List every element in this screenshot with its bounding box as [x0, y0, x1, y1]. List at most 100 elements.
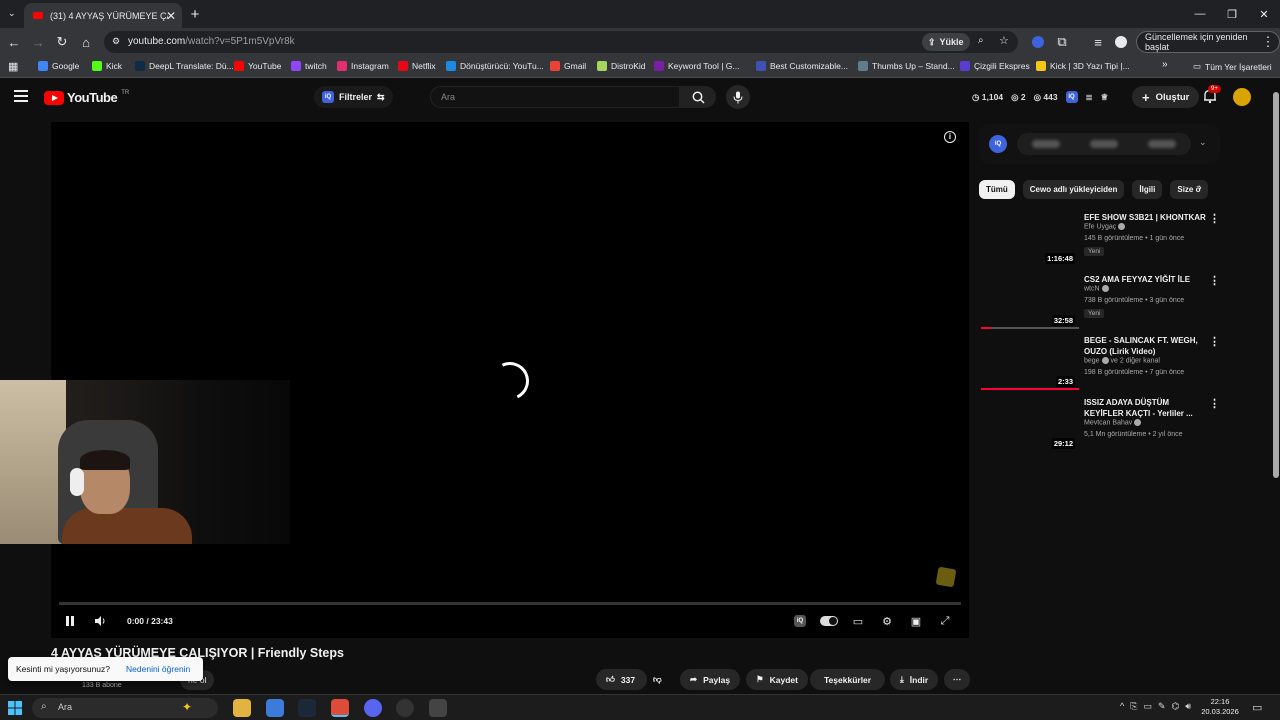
- browser-tab-active[interactable]: (31) 4 AYYAŞ YÜRÜMEYE ÇALIŞ ✕: [24, 3, 182, 28]
- iq-blurred-pills[interactable]: [1017, 133, 1191, 155]
- new-tab-button[interactable]: +: [186, 5, 204, 23]
- recommendation-channel[interactable]: Efe Uygaç: [1084, 223, 1126, 230]
- notification-center-icon[interactable]: ▭: [1252, 701, 1262, 714]
- network-icon[interactable]: ⌬: [1172, 701, 1180, 712]
- progress-bar[interactable]: [59, 602, 961, 605]
- extensions-puzzle-icon[interactable]: ⧉: [1054, 34, 1070, 50]
- bookmark-item[interactable]: DistroKid: [597, 61, 645, 71]
- recommendation-title[interactable]: CS2 AMA FEYYAZ YİĞİT İLE: [1084, 274, 1206, 285]
- youtube-logo[interactable]: YouTube TR: [44, 90, 129, 105]
- trophy-icon[interactable]: ♕: [1101, 92, 1109, 103]
- steam-icon[interactable]: [298, 699, 316, 717]
- settings-gear-icon[interactable]: ⚙: [878, 612, 896, 630]
- dislike-button[interactable]: 👎︎: [646, 669, 669, 690]
- recommendation-channel[interactable]: bege ve 2 diğer kanal: [1084, 357, 1160, 364]
- recommendation-thumbnail[interactable]: 32:58: [981, 272, 1079, 329]
- recommendation-channel[interactable]: Mevtcan Bahav: [1084, 419, 1142, 426]
- subtitles-icon[interactable]: ▭: [849, 612, 867, 630]
- bookmark-item[interactable]: Netflix: [398, 61, 436, 71]
- bookmark-item[interactable]: Kick | 3D Yazı Tipi |...: [1036, 61, 1130, 71]
- recommendation-title[interactable]: EFE SHOW S3B21 | KHONTKAR: [1084, 212, 1206, 223]
- app-icon-2[interactable]: [429, 699, 447, 717]
- recommendation-title[interactable]: BEGE - SALINCAK FT. WEGH, OUZO (Lirik Vi…: [1084, 335, 1206, 357]
- tray-icon-3[interactable]: ✎: [1158, 701, 1166, 712]
- save-button[interactable]: ⚑ Kaydet: [746, 669, 808, 690]
- bookmark-item[interactable]: Gmail: [550, 61, 586, 71]
- recommendation-title[interactable]: ISSIZ ADAYA DÜŞTÜM KEYİFLER KAÇTI - Yerl…: [1084, 397, 1206, 419]
- fullscreen-icon[interactable]: ⤢: [936, 612, 954, 630]
- recommendation-item[interactable]: 32:58 CS2 AMA FEYYAZ YİĞİT İLE wtcN 738 B g…: [981, 272, 1220, 330]
- tab-close-icon[interactable]: ✕: [166, 9, 176, 23]
- recommendation-item[interactable]: 2:33 BEGE - SALINCAK FT. WEGH, OUZO (Liri…: [981, 333, 1220, 391]
- obs-icon[interactable]: [396, 699, 414, 717]
- windows-start-icon[interactable]: [8, 701, 22, 715]
- share-button[interactable]: ➦ Paylaş: [680, 669, 741, 690]
- update-restart-button[interactable]: Güncellemek için yeniden başlat: [1136, 31, 1280, 53]
- tray-icon-1[interactable]: ⎘: [1130, 701, 1137, 712]
- more-vertical-icon[interactable]: ⋮: [1209, 397, 1220, 410]
- thanks-button[interactable]: Teşekkürler: [810, 669, 886, 690]
- zoom-icon[interactable]: ⌕: [978, 35, 984, 46]
- bookmark-item[interactable]: Dönüştürücü: YouTu...: [446, 61, 544, 71]
- apps-grid-icon[interactable]: ▦: [8, 60, 18, 73]
- more-vertical-icon[interactable]: ⋮: [1209, 274, 1220, 287]
- bookmark-item[interactable]: Kick: [92, 61, 122, 71]
- bookmark-item[interactable]: twitch: [291, 61, 327, 71]
- speaker-icon[interactable]: 🔊︎: [1185, 701, 1191, 712]
- iq-toolbar-icon[interactable]: iQ: [1065, 91, 1078, 103]
- menu-hamburger-icon[interactable]: [14, 90, 28, 102]
- taskbar-clock[interactable]: 22:16 20.03.2026: [1198, 697, 1242, 717]
- channel-watermark-icon[interactable]: [935, 566, 957, 588]
- popup-learn-why-link[interactable]: Nedenini öğrenin: [126, 664, 190, 674]
- recommendation-item[interactable]: 29:12 ISSIZ ADAYA DÜŞTÜM KEYİFLER KAÇTI -…: [981, 395, 1220, 453]
- create-button[interactable]: + Oluştur: [1132, 86, 1200, 108]
- bookmark-item[interactable]: DeepL Translate: Dü...: [135, 61, 234, 71]
- user-avatar[interactable]: [1233, 88, 1251, 106]
- bookmark-item[interactable]: Thumbs Up – Stand...: [858, 61, 955, 71]
- tray-overflow-icon[interactable]: ^: [1120, 701, 1124, 712]
- taskbar-search-input[interactable]: ⌕ Ara ✦: [32, 698, 218, 718]
- discord-icon[interactable]: [364, 699, 382, 717]
- recommendation-item[interactable]: 1:16:48 EFE SHOW S3B21 | KHONTKAR Efe Uyga…: [981, 210, 1220, 268]
- bookmark-star-icon[interactable]: ☆: [999, 34, 1009, 47]
- profile-icon[interactable]: [1113, 34, 1129, 50]
- filter-chip[interactable]: Cewo adlı yükleyiciden: [1022, 180, 1125, 199]
- search-button[interactable]: [680, 86, 716, 108]
- download-button[interactable]: ⤓ İndir: [890, 669, 939, 690]
- app-icon-1[interactable]: [266, 699, 284, 717]
- file-explorer-icon[interactable]: [233, 699, 251, 717]
- bookmarks-overflow-icon[interactable]: »: [1162, 59, 1168, 70]
- more-actions-button[interactable]: ⋯: [944, 669, 970, 690]
- reload-button[interactable]: ↻: [54, 34, 70, 50]
- url-text[interactable]: youtube.com/watch?v=5P1m5VpVr8k: [128, 36, 295, 47]
- upload-button[interactable]: ⇪ Yükle: [922, 33, 970, 51]
- forward-button[interactable]: →: [30, 34, 46, 50]
- back-button[interactable]: ←: [6, 34, 22, 50]
- minimize-button[interactable]: —: [1184, 0, 1216, 28]
- bookmark-item[interactable]: Google: [38, 61, 79, 71]
- pause-icon[interactable]: [63, 614, 77, 628]
- media-controls-icon[interactable]: ≡: [1090, 34, 1106, 50]
- filters-button[interactable]: iQ Filtreler ⇆: [314, 86, 393, 108]
- browser-menu-icon[interactable]: ⋮: [1260, 34, 1276, 50]
- more-vertical-icon[interactable]: ⋮: [1209, 212, 1220, 225]
- chrome-icon[interactable]: [331, 699, 349, 717]
- iq-player-icon[interactable]: iQ: [791, 612, 809, 630]
- site-info-icon[interactable]: ⚙: [112, 36, 120, 47]
- volume-icon[interactable]: [93, 614, 107, 628]
- recommendation-thumbnail[interactable]: 1:16:48: [981, 210, 1079, 267]
- bookmark-item[interactable]: Best Customizable...: [756, 61, 848, 71]
- tray-icon-2[interactable]: ▭: [1143, 701, 1152, 712]
- scrollbar-thumb[interactable]: [1273, 92, 1279, 478]
- bookmark-item[interactable]: YouTube: [234, 61, 281, 71]
- chevron-right-icon[interactable]: ›: [1198, 182, 1202, 194]
- close-window-button[interactable]: ✕: [1248, 0, 1280, 28]
- info-icon[interactable]: i: [944, 131, 956, 143]
- voice-search-button[interactable]: [726, 85, 750, 109]
- tab-search-icon[interactable]: ⌄: [8, 8, 16, 19]
- autoplay-toggle[interactable]: [820, 612, 838, 630]
- address-bar[interactable]: ⚙ youtube.com/watch?v=5P1m5VpVr8k ⇪ Yükle…: [104, 31, 1018, 53]
- bookmark-item[interactable]: Instagram: [337, 61, 389, 71]
- filter-chip[interactable]: İlgili: [1132, 180, 1163, 199]
- extension-icon[interactable]: [1030, 34, 1046, 50]
